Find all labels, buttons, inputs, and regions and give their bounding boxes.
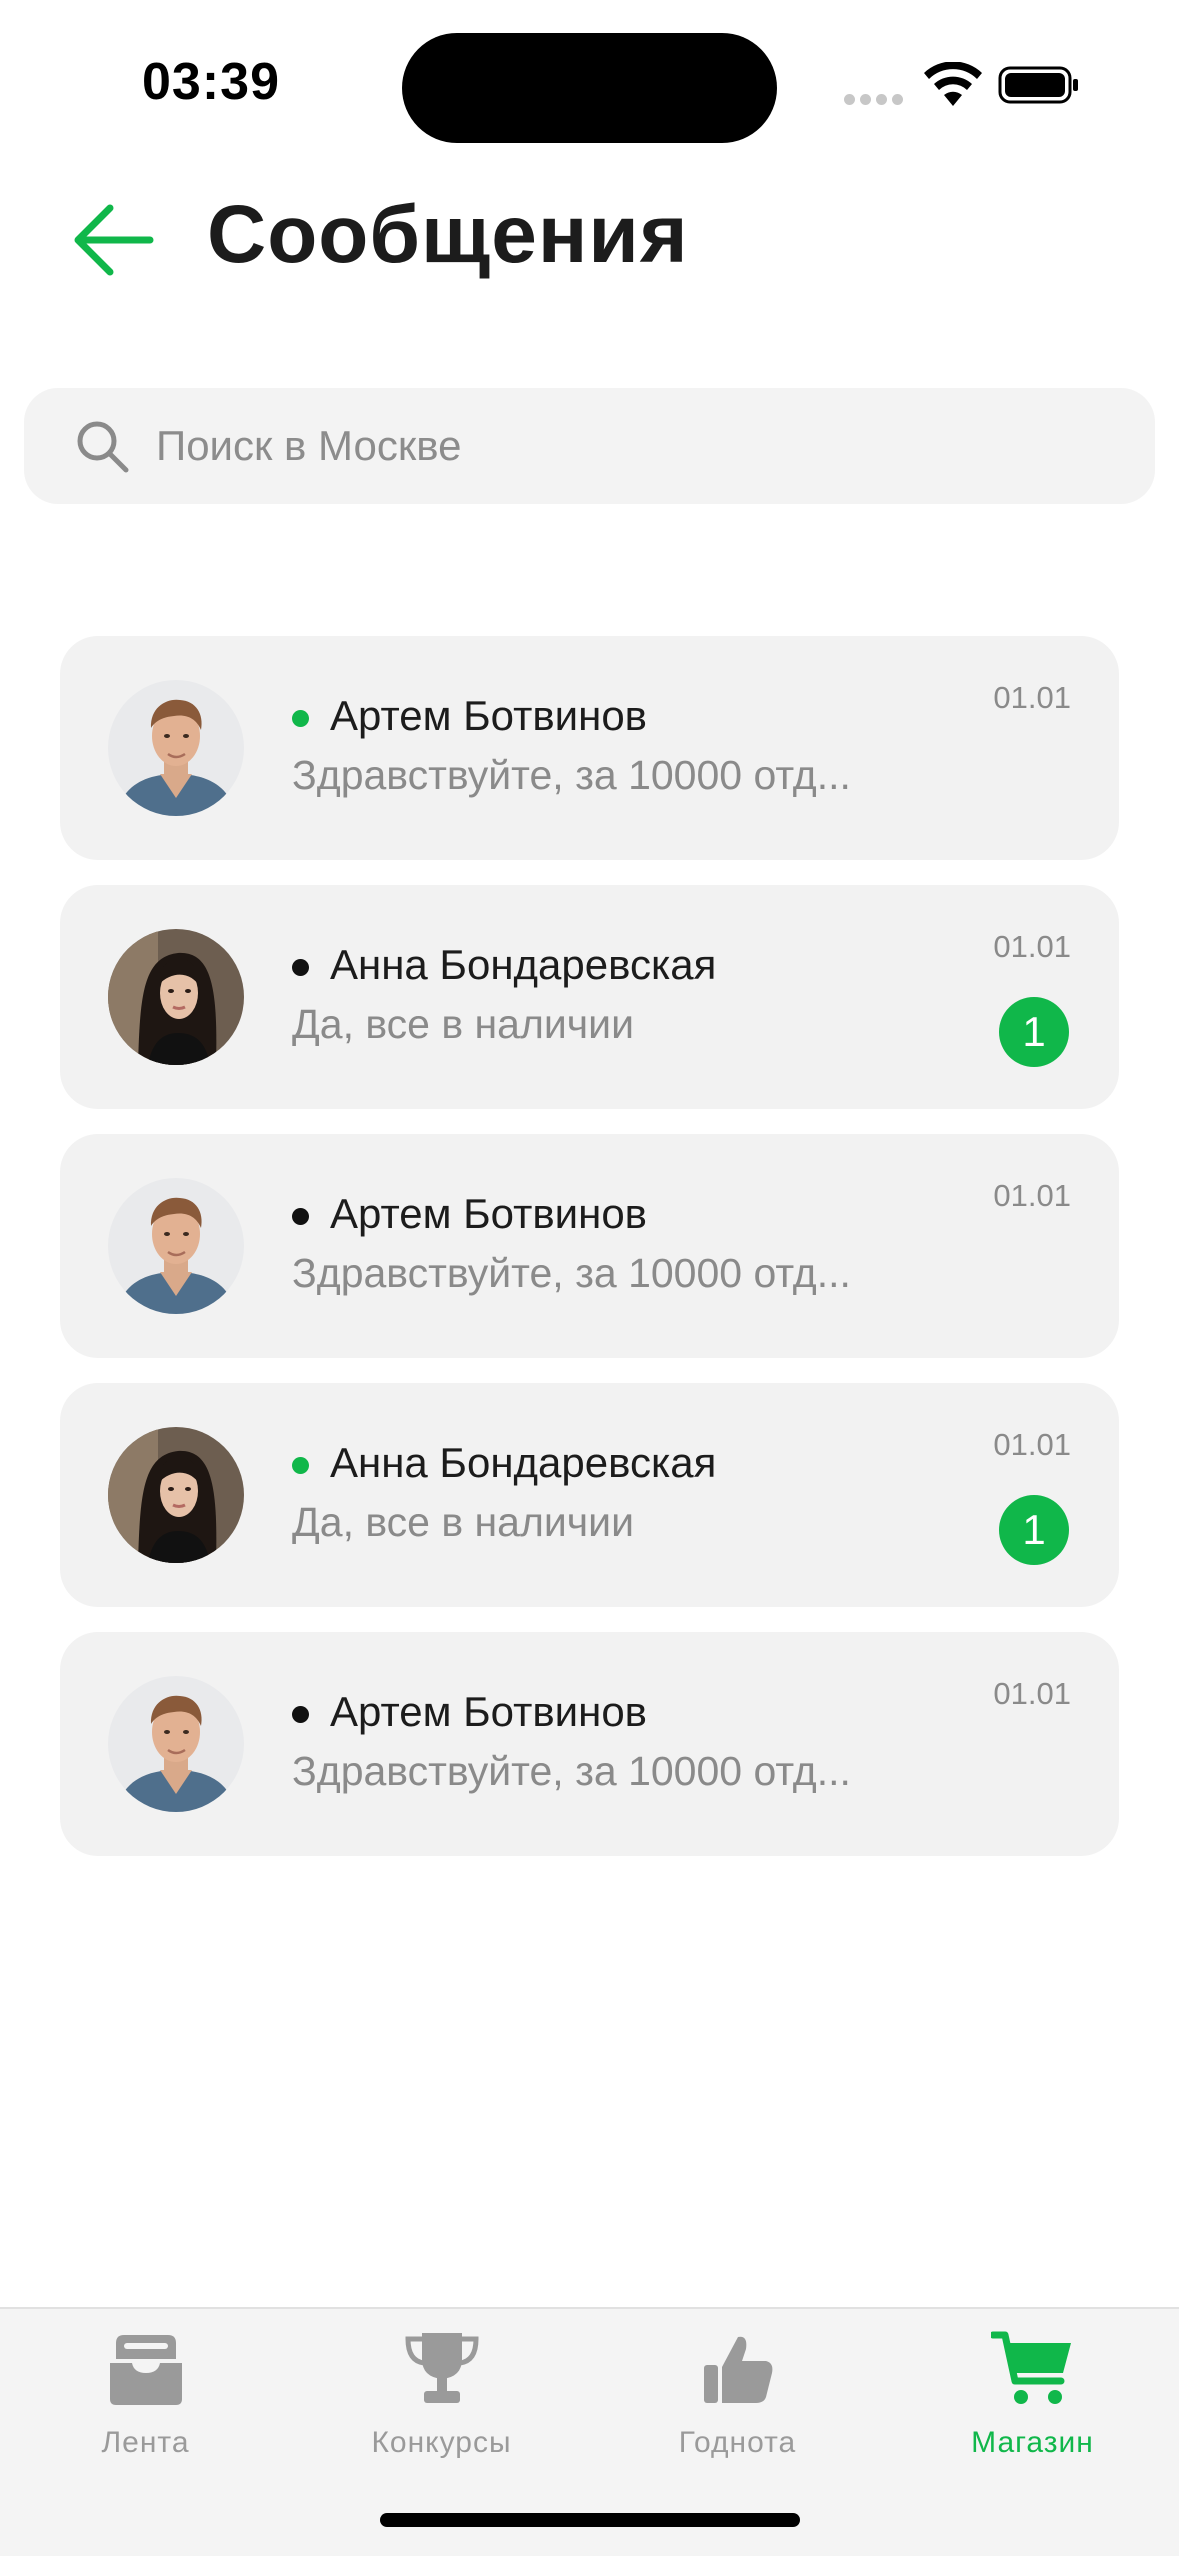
chat-item[interactable]: Артем Ботвинов Здравствуйте, за 10000 отд… (60, 1632, 1119, 1856)
avatar-male (108, 1178, 244, 1314)
chat-contact-name: Артем Ботвинов (330, 1688, 647, 1735)
tab-contests[interactable]: Конкурсы (294, 2309, 589, 2459)
chat-last-message: Здравствуйте, за 10000 отд... (292, 752, 851, 798)
chat-last-message: Здравствуйте, за 10000 отд... (292, 1748, 851, 1794)
chat-item[interactable]: Анна Бондаревская Да, все в наличии 01.01 1 (60, 885, 1119, 1109)
search-input[interactable] (156, 388, 1116, 504)
chat-last-message: Да, все в наличии (292, 1001, 634, 1047)
tab-label: Лента (101, 2426, 190, 2459)
search-bar[interactable] (24, 388, 1155, 504)
offline-status-dot (292, 1706, 309, 1723)
search-icon (77, 421, 129, 473)
chat-last-message: Здравствуйте, за 10000 отд... (292, 1250, 851, 1296)
tab-label: Магазин (971, 2426, 1094, 2459)
unread-count-badge: 1 (999, 1495, 1069, 1565)
chat-item[interactable]: Артем Ботвинов Здравствуйте, за 10000 отд… (60, 1134, 1119, 1358)
chat-contact-name: Артем Ботвинов (330, 1190, 647, 1237)
chat-contact-name: Анна Бондаревская (330, 941, 717, 988)
tab-label: Конкурсы (371, 2426, 512, 2459)
arrow-left-icon (74, 204, 154, 276)
tab-recommended[interactable]: Годнота (590, 2309, 885, 2459)
status-icons (844, 62, 1084, 110)
chat-last-message: Да, все в наличии (292, 1499, 634, 1545)
thumbs-up-icon (703, 2336, 772, 2403)
chat-date: 01.01 (993, 1676, 1071, 1711)
tab-feed[interactable]: Лента (0, 2309, 293, 2459)
cart-icon (990, 2331, 1071, 2404)
tab-shop[interactable]: Магазин (885, 2309, 1179, 2459)
avatar-male (108, 680, 244, 816)
status-time: 03:39 (142, 53, 280, 111)
home-indicator (380, 2513, 800, 2527)
chat-date: 01.01 (993, 929, 1071, 964)
chat-item[interactable]: Артем Ботвинов Здравствуйте, за 10000 отд… (60, 636, 1119, 860)
battery-icon (998, 66, 1078, 104)
tab-label: Годнота (678, 2426, 797, 2459)
avatar-female (108, 929, 244, 1065)
chat-contact-name: Артем Ботвинов (330, 692, 647, 739)
chat-date: 01.01 (993, 1427, 1071, 1462)
trophy-icon (404, 2333, 479, 2403)
avatar-female (108, 1427, 244, 1563)
chat-contact-name: Анна Бондаревская (330, 1439, 717, 1486)
messages-screen: 03:39 Сообщения Поиск в Москве Артем Бот… (0, 0, 1179, 2556)
unread-count-badge: 1 (999, 997, 1069, 1067)
online-status-dot (292, 1457, 309, 1474)
cellular-signal-icon (844, 94, 903, 105)
dynamic-island (402, 33, 777, 143)
online-status-dot (292, 710, 309, 727)
chat-item[interactable]: Анна Бондаревская Да, все в наличии 01.01 1 (60, 1383, 1119, 1607)
wifi-icon (924, 62, 982, 106)
offline-status-dot (292, 959, 309, 976)
chat-date: 01.01 (993, 1178, 1071, 1213)
inbox-icon (109, 2335, 182, 2405)
chat-list: Артем Ботвинов Здравствуйте, за 10000 отд… (60, 636, 1119, 1881)
avatar-male (108, 1676, 244, 1812)
back-button[interactable] (70, 200, 160, 280)
chat-date: 01.01 (993, 680, 1071, 715)
page-title: Сообщения (207, 189, 689, 280)
offline-status-dot (292, 1208, 309, 1225)
